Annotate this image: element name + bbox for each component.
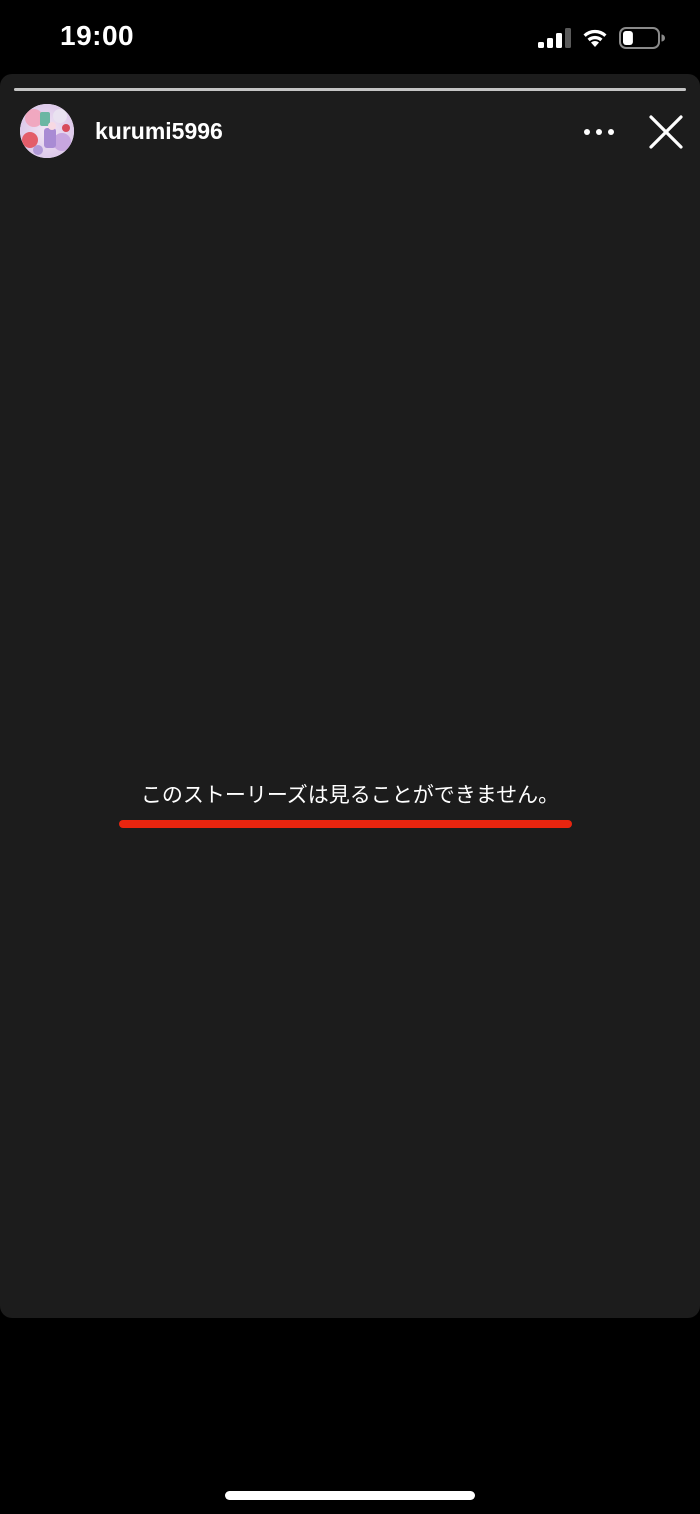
profile-avatar[interactable] [20, 104, 74, 158]
status-bar: 19:00 [0, 0, 700, 74]
avatar-image [20, 104, 74, 158]
close-icon[interactable] [648, 114, 684, 150]
status-time: 19:00 [60, 20, 135, 51]
home-indicator[interactable] [225, 1491, 475, 1500]
cellular-signal-icon [538, 28, 571, 48]
highlight-underline [119, 820, 572, 828]
story-progress-bar [14, 88, 686, 91]
more-horizontal-icon[interactable] [582, 124, 616, 140]
battery-icon [619, 27, 665, 49]
wifi-icon [583, 29, 607, 47]
username[interactable]: kurumi5996 [95, 118, 223, 145]
story-unavailable-message: このストーリーズは見ることができません。 [140, 783, 560, 807]
story-progress-fill [14, 88, 686, 91]
story-viewer[interactable]: kurumi5996 このストーリーズは見ることができません。 [0, 74, 700, 1318]
